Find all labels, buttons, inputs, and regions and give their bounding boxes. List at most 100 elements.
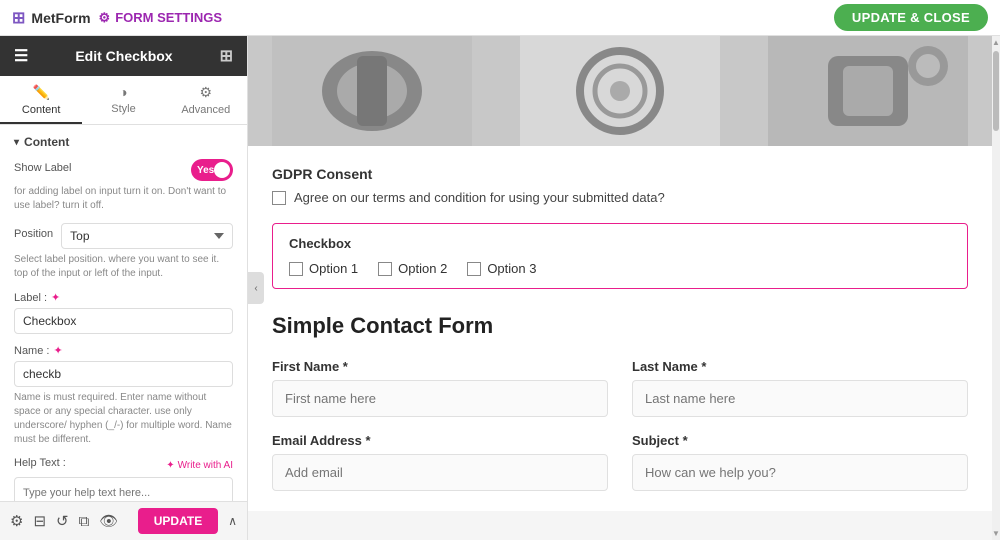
first-name-field: First Name * [272, 359, 608, 417]
label-field-row: Label : ✦ [14, 291, 233, 334]
option1-checkbox[interactable] [289, 262, 303, 276]
top-bar: ⊞ MetForm ⚙ FORM SETTINGS UPDATE & CLOSE [0, 0, 1000, 36]
position-row: Position Top Left Right Select label pos… [14, 223, 233, 281]
gdpr-checkbox[interactable] [272, 191, 286, 205]
help-text-label: Help Text : [14, 457, 66, 469]
bottom-toolbar: ⚙ ⊟ ↺ ⧉ 👁 UPDATE ∧ [0, 501, 247, 540]
scrollbar-track[interactable]: ▲ ▼ [992, 36, 1000, 540]
brand: ⊞ MetForm [12, 8, 91, 28]
product-img-1 [248, 36, 496, 146]
history-icon[interactable]: ↺ [56, 512, 69, 530]
main-layout: ☰ Edit Checkbox ⊞ ✏️ Content ◑ Style ⚙ A… [0, 36, 1000, 540]
update-close-button[interactable]: UPDATE & CLOSE [834, 4, 988, 31]
name-field-label: Name : ✦ [14, 344, 233, 357]
collapse-handle[interactable]: ‹ [248, 272, 264, 304]
label-field-label: Label : ✦ [14, 291, 233, 304]
form-grid: First Name * Last Name * Email Address *… [272, 359, 968, 491]
checkbox-group-title: Checkbox [289, 236, 951, 251]
sidebar-header: ☰ Edit Checkbox ⊞ [0, 36, 247, 76]
help-text-input[interactable] [14, 477, 233, 501]
duplicate-icon[interactable]: ⧉ [79, 513, 90, 530]
option3-label: Option 3 [487, 261, 536, 276]
checkbox-option-1: Option 1 [289, 261, 358, 276]
sidebar-content: Content Show Label Yes for adding label … [0, 125, 247, 501]
subject-input[interactable] [632, 454, 968, 491]
name-input[interactable] [14, 361, 233, 387]
write-ai-link[interactable]: ✦ Write with AI [166, 460, 233, 471]
gear-icon: ⚙ [99, 10, 111, 26]
layers-icon[interactable]: ⊟ [33, 512, 46, 530]
checkbox-options: Option 1 Option 2 Option 3 [289, 261, 951, 276]
option3-checkbox[interactable] [467, 262, 481, 276]
form-settings-link[interactable]: ⚙ FORM SETTINGS [99, 10, 223, 26]
email-input[interactable] [272, 454, 608, 491]
metform-icon: ⊞ [12, 8, 25, 28]
subject-field: Subject * [632, 433, 968, 491]
scroll-up-arrow[interactable]: ▲ [992, 38, 1000, 47]
tab-advanced-label: Advanced [181, 104, 230, 116]
product-img-3 [744, 36, 992, 146]
subject-label: Subject * [632, 433, 968, 448]
form-area: GDPR Consent Agree on our terms and cond… [248, 146, 992, 511]
tab-style[interactable]: ◑ Style [82, 76, 164, 124]
show-label-row: Show Label Yes for adding label on input… [14, 159, 233, 213]
expand-icon[interactable]: ∧ [228, 514, 237, 528]
email-field: Email Address * [272, 433, 608, 491]
grid-icon[interactable]: ⊞ [220, 46, 233, 66]
help-text-row: Help Text : ✦ Write with AI [14, 457, 233, 501]
sidebar-title: Edit Checkbox [75, 48, 172, 64]
product-images [248, 36, 992, 146]
first-name-label: First Name * [272, 359, 608, 374]
scroll-down-arrow[interactable]: ▼ [992, 529, 1000, 538]
tab-content-label: Content [22, 104, 61, 116]
name-field-row: Name : ✦ Name is must required. Enter na… [14, 344, 233, 447]
position-label: Position [14, 228, 53, 240]
option1-label: Option 1 [309, 261, 358, 276]
show-label-helper: for adding label on input turn it on. Do… [14, 185, 233, 213]
name-sparkle-icon: ✦ [53, 344, 62, 357]
checkbox-group-wrapper: Checkbox Option 1 Option 2 Option 3 [272, 223, 968, 289]
product-img-2 [496, 36, 744, 146]
sidebar: ☰ Edit Checkbox ⊞ ✏️ Content ◑ Style ⚙ A… [0, 36, 248, 540]
toggle-yes-text: Yes [197, 165, 214, 176]
preview-area: GDPR Consent Agree on our terms and cond… [248, 36, 992, 511]
option2-label: Option 2 [398, 261, 447, 276]
last-name-input[interactable] [632, 380, 968, 417]
scroll-thumb[interactable] [993, 51, 999, 131]
top-bar-left: ⊞ MetForm ⚙ FORM SETTINGS [12, 8, 222, 28]
content-area[interactable]: ‹ [248, 36, 992, 540]
content-tab-icon: ✏️ [32, 84, 49, 101]
label-input[interactable] [14, 308, 233, 334]
first-name-input[interactable] [272, 380, 608, 417]
style-tab-icon: ◑ [119, 84, 127, 100]
show-label-toggle[interactable]: Yes [191, 159, 233, 181]
checkbox-option-2: Option 2 [378, 261, 447, 276]
email-label: Email Address * [272, 433, 608, 448]
gdpr-text: Agree on our terms and condition for usi… [294, 190, 665, 205]
form-title: Simple Contact Form [272, 313, 968, 339]
show-label-label: Show Label [14, 162, 72, 174]
hamburger-icon[interactable]: ☰ [14, 46, 28, 66]
preview-icon[interactable]: 👁 [99, 512, 118, 530]
sidebar-header-icons: ⊞ [220, 46, 233, 66]
tabs-row: ✏️ Content ◑ Style ⚙ Advanced [0, 76, 247, 125]
settings-bottom-icon[interactable]: ⚙ [10, 512, 23, 530]
sparkle-ai-icon: ✦ [166, 460, 174, 471]
brand-name: MetForm [31, 10, 90, 26]
tab-advanced[interactable]: ⚙ Advanced [165, 76, 247, 124]
tab-style-label: Style [111, 103, 135, 115]
form-settings-label: FORM SETTINGS [115, 10, 222, 25]
label-sparkle-icon: ✦ [51, 291, 60, 304]
write-ai-text: Write with AI [178, 460, 233, 471]
option2-checkbox[interactable] [378, 262, 392, 276]
gdpr-section: GDPR Consent Agree on our terms and cond… [272, 166, 968, 205]
checkbox-option-3: Option 3 [467, 261, 536, 276]
tab-content[interactable]: ✏️ Content [0, 76, 82, 124]
gdpr-title: GDPR Consent [272, 166, 968, 182]
position-select[interactable]: Top Left Right [61, 223, 233, 249]
position-hint: Select label position. where you want to… [14, 253, 233, 281]
last-name-field: Last Name * [632, 359, 968, 417]
advanced-tab-icon: ⚙ [200, 84, 213, 101]
update-sidebar-button[interactable]: UPDATE [138, 508, 218, 534]
last-name-label: Last Name * [632, 359, 968, 374]
